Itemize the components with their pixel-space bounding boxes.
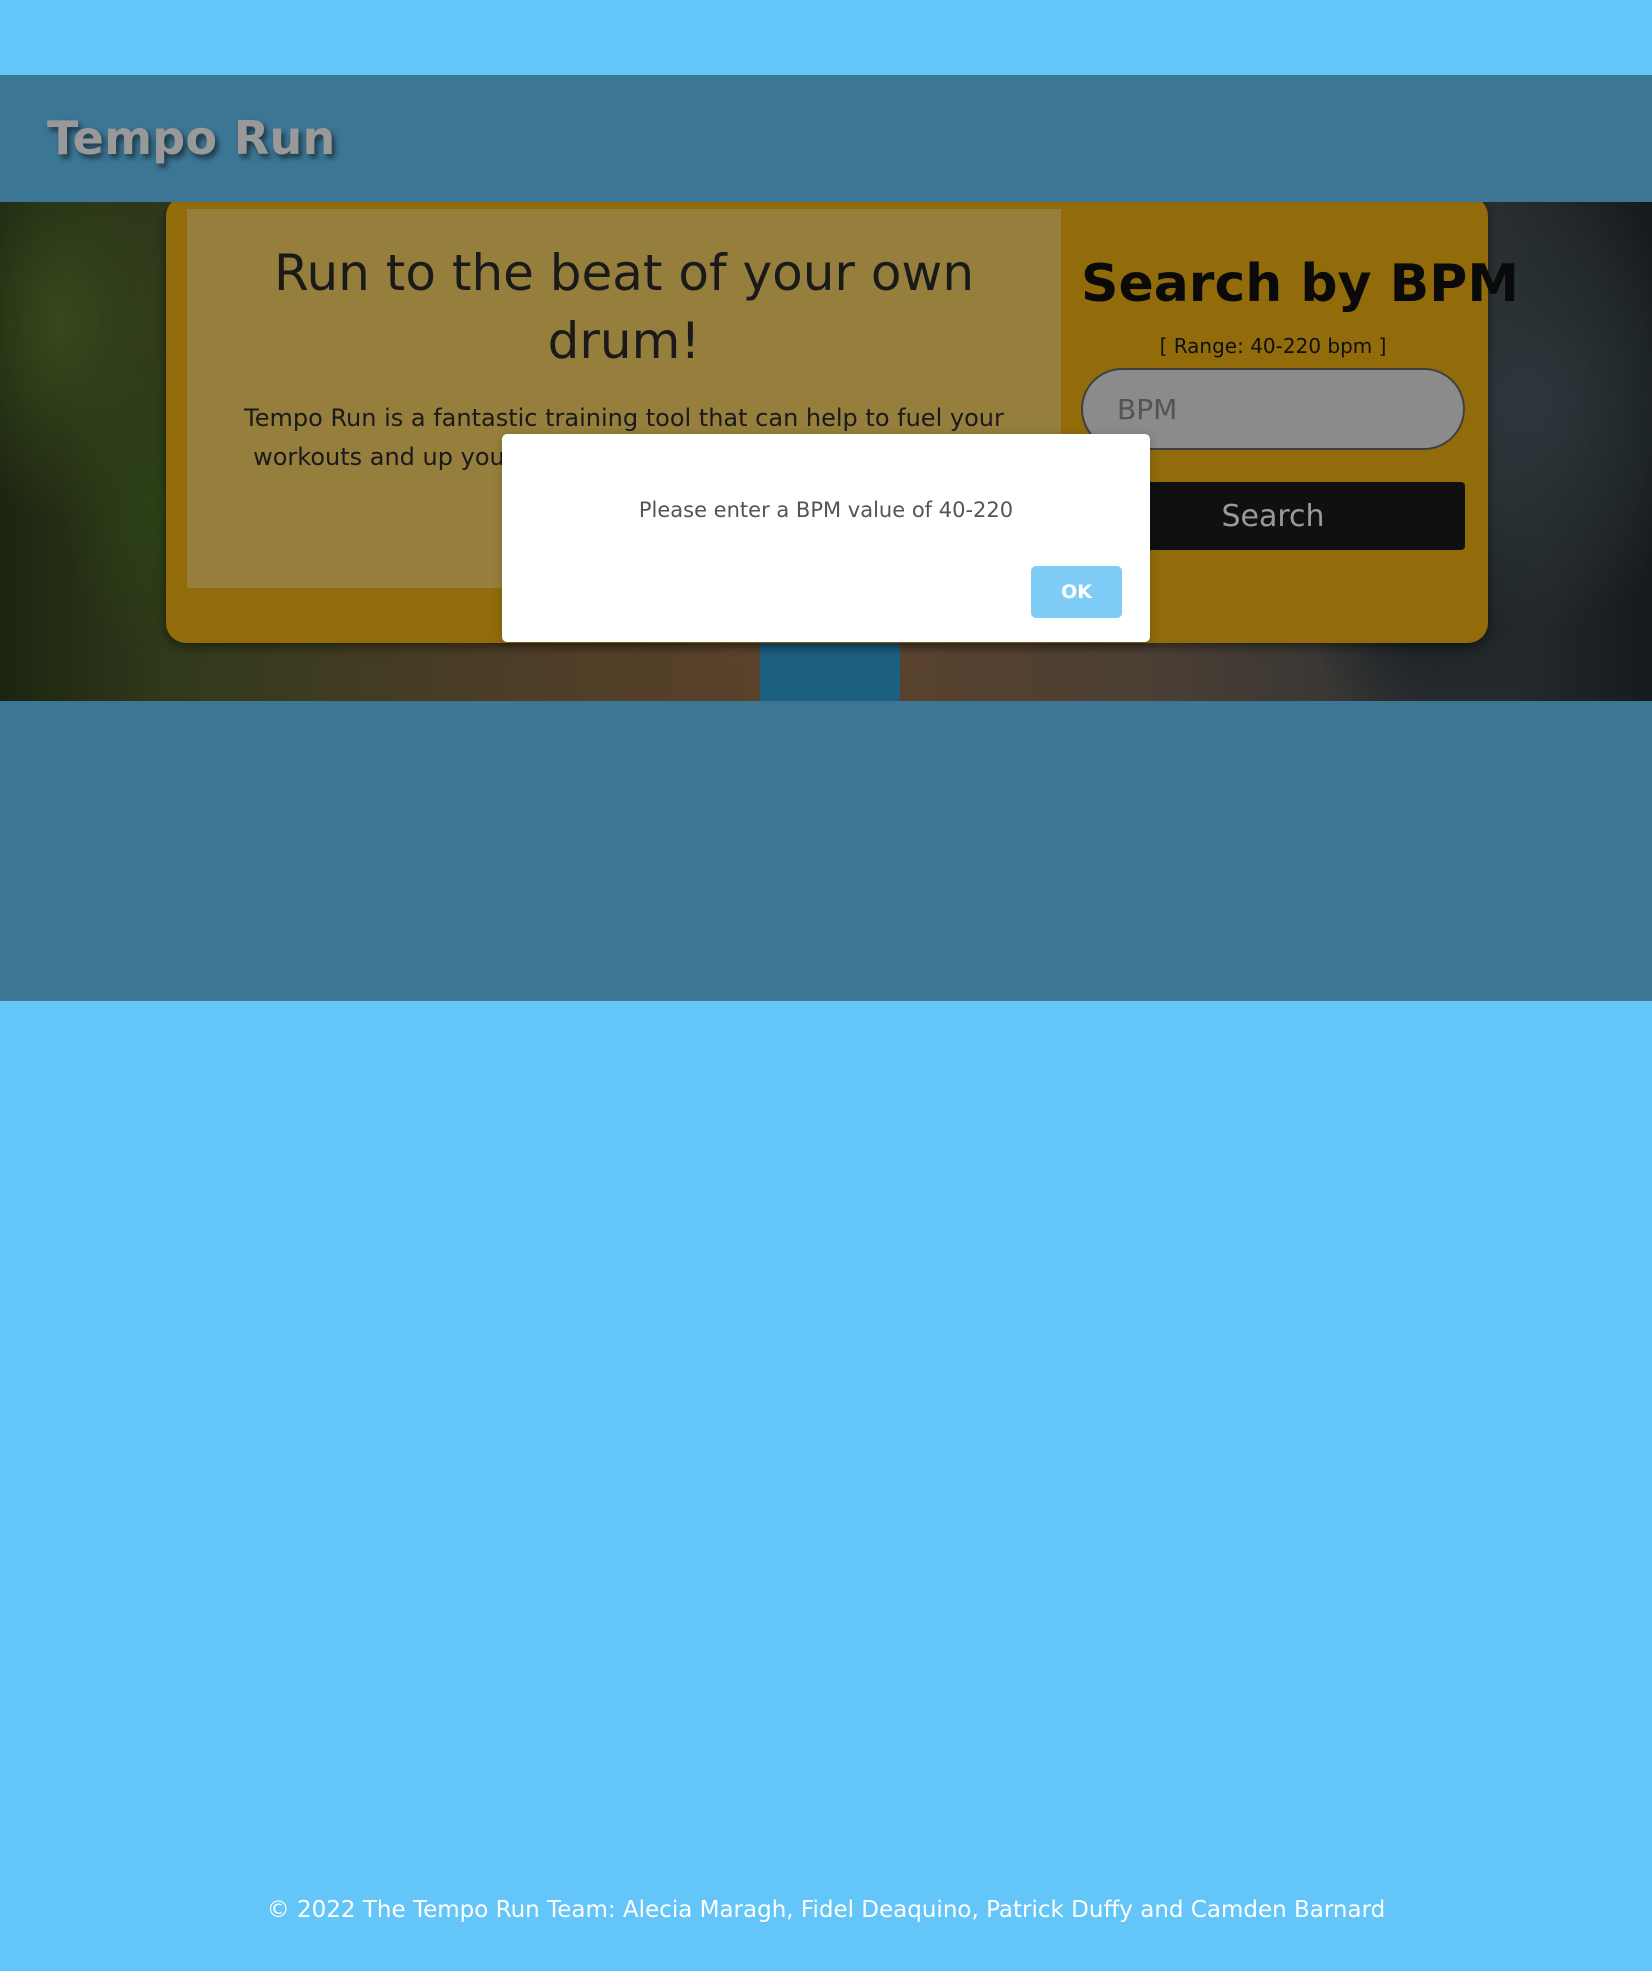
alert-dialog: Please enter a BPM value of 40-220 OK <box>502 434 1150 642</box>
alert-message: Please enter a BPM value of 40-220 <box>638 498 1014 522</box>
footer-text-visible: © 2022 The Tempo Run Team: Alecia Maragh… <box>266 1897 1386 1923</box>
ok-button[interactable]: OK <box>1031 566 1122 618</box>
page-top-margin <box>0 0 1652 75</box>
page-bottom-area: © 2022 The Tempo Run Team: Alecia Maragh… <box>0 1001 1652 1971</box>
